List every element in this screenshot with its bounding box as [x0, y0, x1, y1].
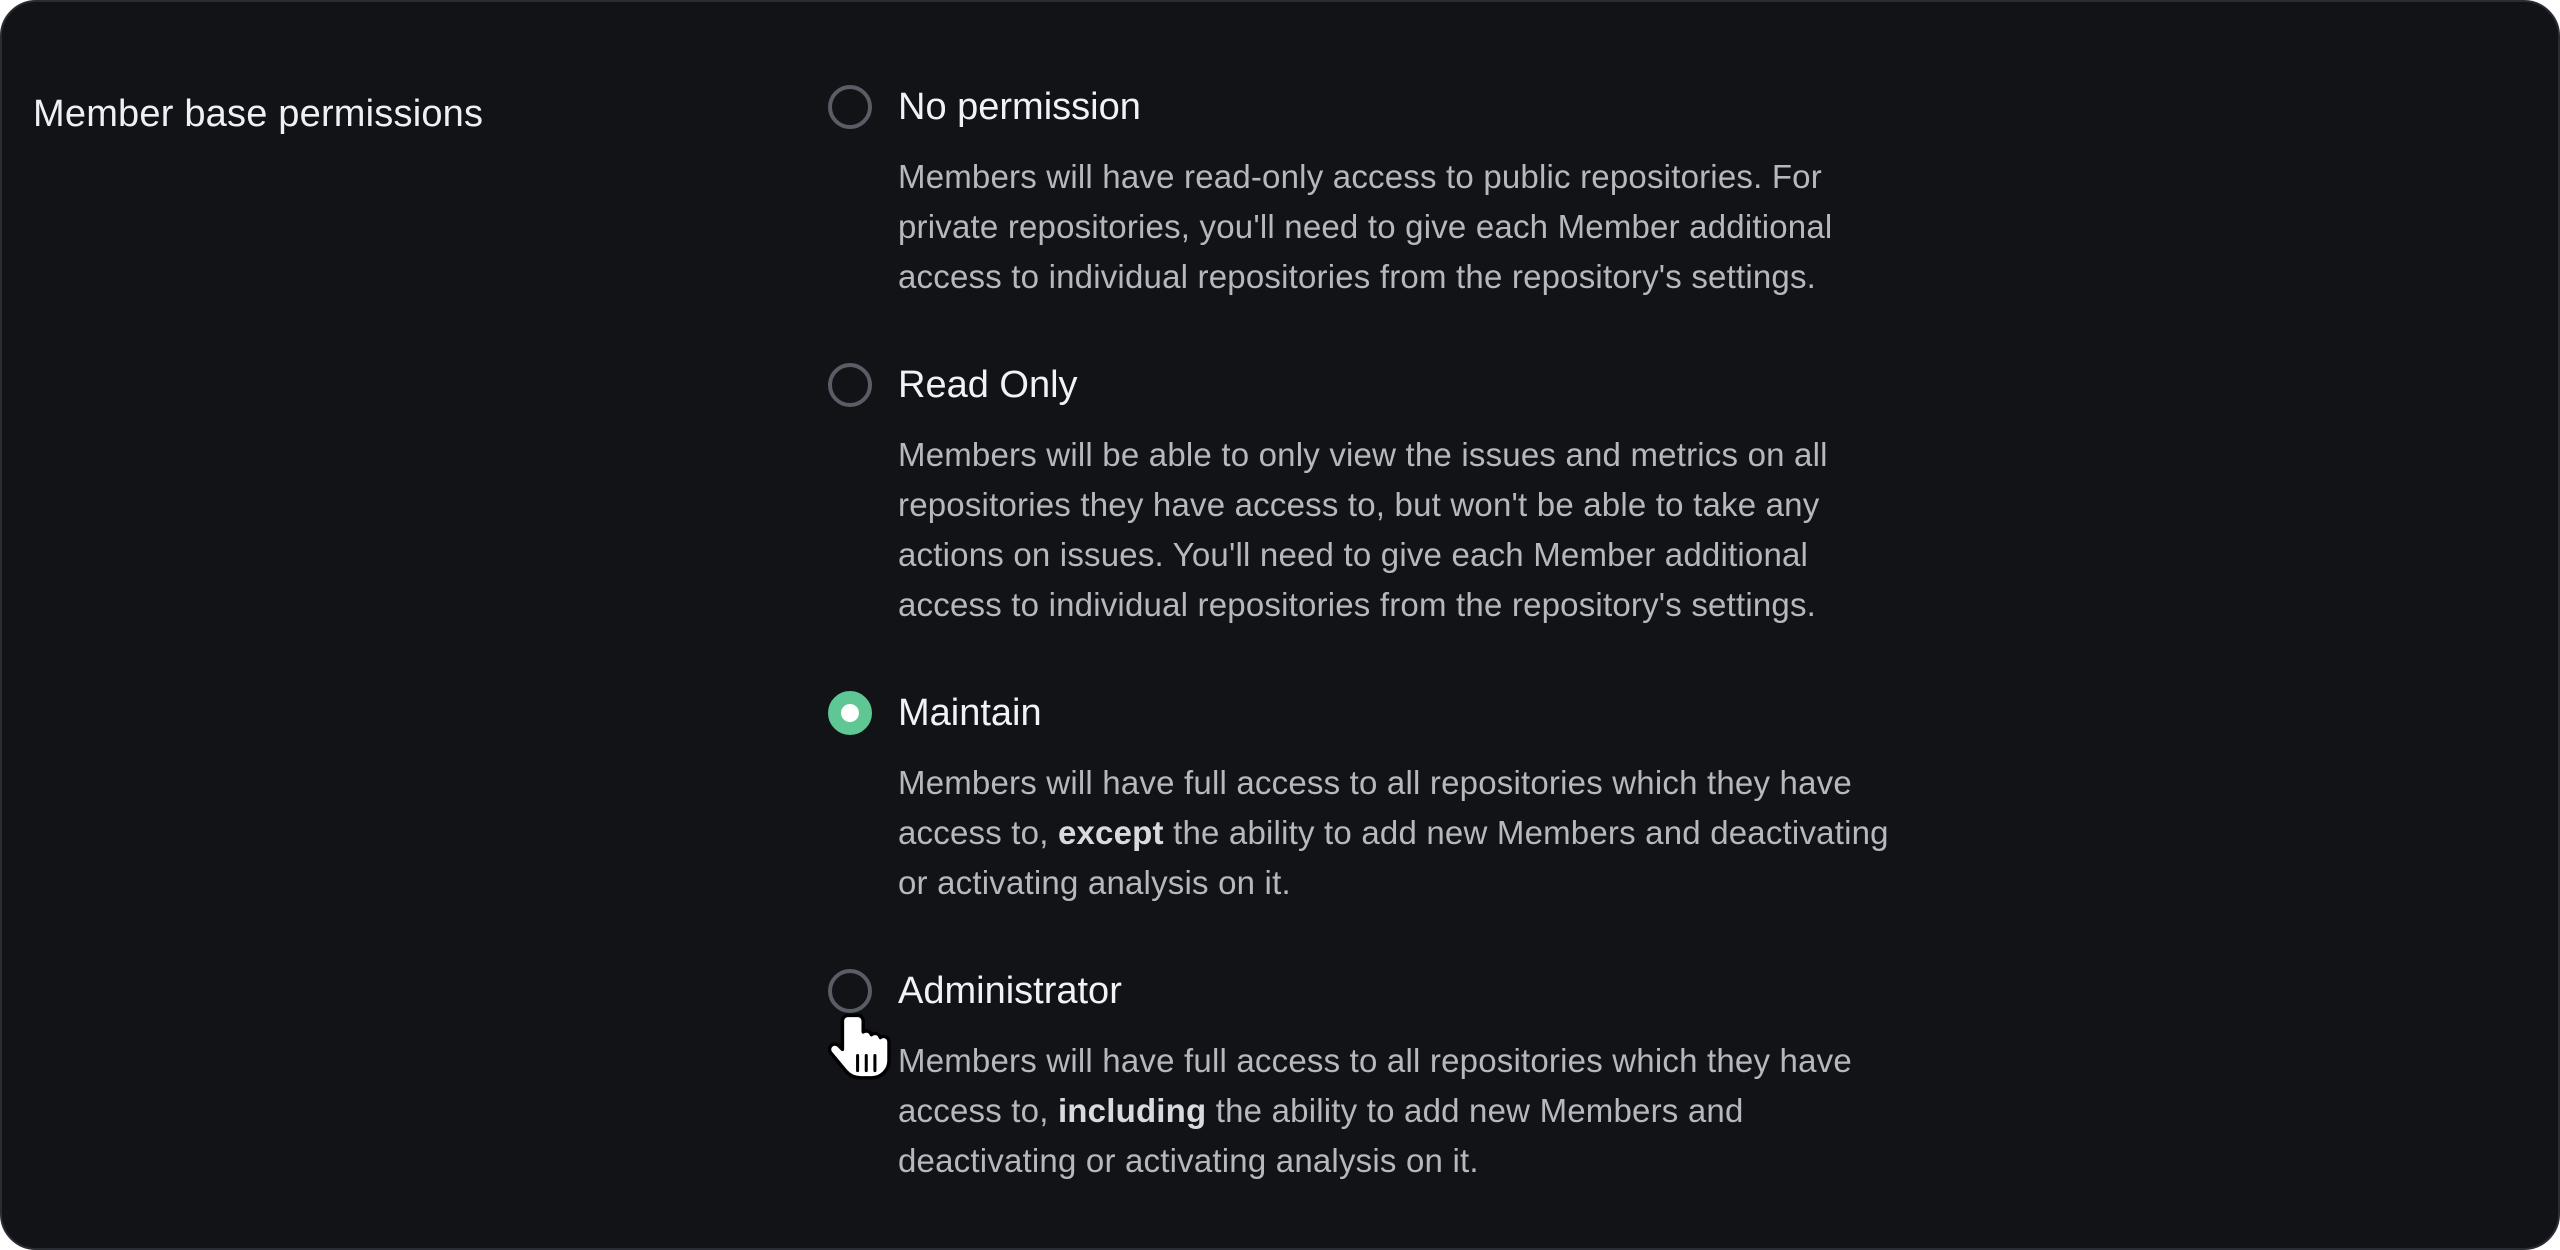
option-read-only[interactable]: Read Only Members will be able to only v…: [828, 360, 2028, 630]
option-title[interactable]: Maintain: [898, 688, 2028, 738]
option-description: Members will be able to only view the is…: [898, 436, 1828, 623]
option-maintain[interactable]: Maintain Members will have full access t…: [828, 688, 2028, 908]
permission-options: No permission Members will have read-onl…: [828, 82, 2028, 1186]
option-description: Members will have read-only access to pu…: [898, 158, 1833, 295]
section-label: Member base permissions: [33, 93, 484, 135]
description-emphasis: including: [1057, 1092, 1207, 1129]
option-administrator[interactable]: Administrator Members will have full acc…: [828, 966, 2028, 1186]
radio-administrator[interactable]: [828, 969, 872, 1013]
option-description: Members will have full access to all rep…: [898, 758, 1898, 908]
option-title[interactable]: Read Only: [898, 360, 2028, 410]
permissions-panel: Member base permissions No permission Me…: [0, 0, 2560, 1250]
radio-maintain[interactable]: [828, 691, 872, 735]
radio-no-permission[interactable]: [828, 85, 872, 129]
hand-pointer-icon: [828, 1013, 891, 1080]
option-title[interactable]: No permission: [898, 82, 2028, 132]
description-emphasis: except: [1057, 814, 1164, 851]
option-description: Members will have full access to all rep…: [898, 1036, 1898, 1186]
radio-read-only[interactable]: [828, 363, 872, 407]
option-no-permission[interactable]: No permission Members will have read-onl…: [828, 82, 2028, 302]
option-title[interactable]: Administrator: [898, 966, 2028, 1016]
